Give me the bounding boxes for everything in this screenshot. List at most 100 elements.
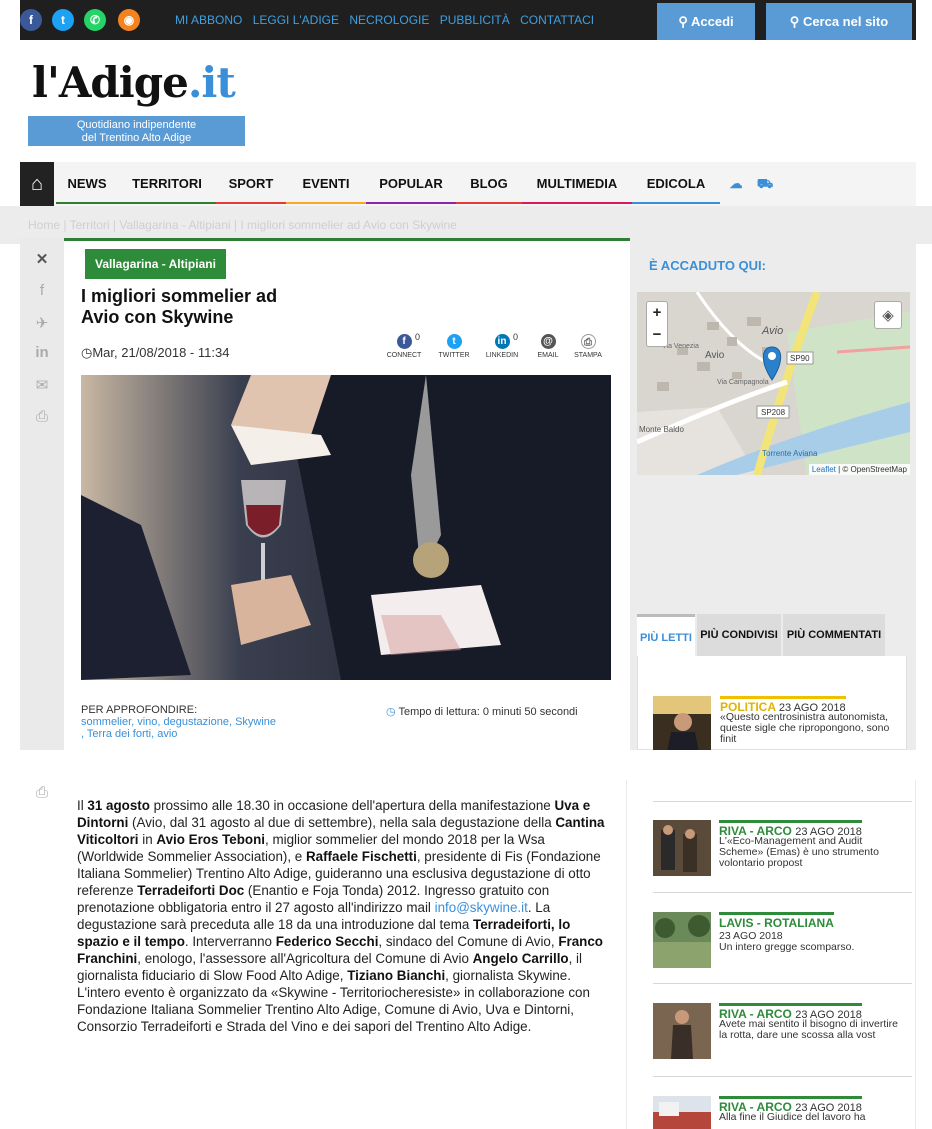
weather-icon[interactable]: ☁ [724, 162, 748, 206]
print-share-icon[interactable]: ⎙ [32, 408, 52, 428]
share-connect[interactable]: f 0 CONNECT [386, 332, 422, 359]
top-link-contattaci[interactable]: CONTATTACI [520, 13, 594, 27]
user-icon: ⚲ [678, 14, 691, 29]
article-photo [81, 375, 611, 680]
facebook-icon: f [396, 334, 412, 349]
tab-panel: POLITICA 23 AGO 2018 «Questo centrosinis… [637, 656, 907, 752]
facebook-share-icon[interactable]: f [32, 282, 52, 302]
nav-sport[interactable]: SPORT [216, 162, 286, 206]
separator [653, 892, 912, 893]
share-rail-lower: ⎙ [20, 780, 64, 1129]
clock-icon: ◷ [386, 706, 399, 718]
popular-tabs: PIÙ LETTI PIÙ CONDIVISI PIÙ COMMENTATI [637, 614, 907, 656]
tab-piu-condivisi[interactable]: PIÙ CONDIVISI [697, 614, 781, 656]
map-label-sp208: SP208 [761, 408, 786, 417]
whatsapp-icon[interactable]: ✆ [84, 9, 106, 31]
car-icon[interactable]: ⛟ [752, 162, 778, 206]
tab-piu-letti[interactable]: PIÙ LETTI [637, 614, 695, 656]
section-gap [0, 750, 932, 780]
news-snippet: Alla fine il Giudice del lavoro ha [719, 1111, 866, 1123]
top-bar: f t ✆ ◉ MI ABBONO LEGGI L'ADIGE NECROLOG… [0, 0, 932, 40]
separator [653, 1076, 912, 1077]
main-nav: ⌂ NEWS TERRITORI SPORT EVENTI POPULAR BL… [20, 162, 916, 206]
login-button[interactable]: ⚲ Accedi [657, 3, 755, 40]
related-tags: PER APPROFONDIRE: sommelier, vino, degus… [81, 704, 277, 740]
map-label-monte-baldo: Monte Baldo [639, 425, 684, 434]
linkedin-share-icon[interactable]: in [32, 344, 52, 364]
mail-share-icon[interactable]: ✉ [32, 376, 52, 396]
article: Vallagarina - Altipiani I migliori somme… [64, 238, 630, 750]
category-tag[interactable]: Vallagarina - Altipiani [85, 249, 226, 279]
top-links: MI ABBONO LEGGI L'ADIGE NECROLOGIE PUBBL… [175, 13, 601, 27]
layers-icon[interactable]: ◈ [874, 301, 902, 329]
map-tiles: Avio Avio SP90 SP208 Monte Baldo Torrent… [637, 292, 910, 475]
top-link-necrologie[interactable]: NECROLOGIE [349, 13, 429, 27]
separator [653, 801, 912, 802]
email-link[interactable]: info@skywine.it [435, 900, 528, 915]
nav-multimedia[interactable]: MULTIMEDIA [522, 162, 632, 206]
twitter-icon[interactable]: t [52, 9, 74, 31]
article-body: Il 31 agosto prossimo alle 18.30 in occa… [77, 798, 605, 1034]
news-thumbnail [653, 820, 711, 876]
site-logo[interactable]: l'Adige.it [32, 58, 236, 107]
masthead: l'Adige.it Quotidiano indipendente del T… [20, 40, 916, 162]
map-attribution[interactable]: Leaflet | © OpenStreetMap [808, 464, 910, 475]
share-rail: ✕ f ✈ in ✉ ⎙ [20, 238, 64, 750]
linkedin-icon: in [494, 334, 510, 349]
right-sidebar: È ACCADUTO QUI: Avio Avio SP90 SP208 Mon… [630, 238, 916, 752]
upper-section: ✕ f ✈ in ✉ ⎙ Vallagarina - Altipiani I m… [20, 238, 916, 752]
top-link-leggi[interactable]: LEGGI L'ADIGE [253, 13, 339, 27]
article-date: ◷Mar, 21/08/2018 - 11:34 [81, 345, 230, 360]
tag-links[interactable]: sommelier, vino, degustazione, Skywine [81, 716, 276, 728]
share-twitter[interactable]: t TWITTER [436, 334, 472, 359]
clock-icon: ◷ [81, 345, 93, 360]
share-linkedin[interactable]: in 0 LINKEDIN [484, 332, 520, 359]
article-title: I migliori sommelier ad Avio con Skywine [81, 286, 278, 327]
news-snippet: Un intero gregge scomparso. [719, 941, 855, 953]
news-thumbnail [653, 1096, 711, 1129]
right-sidebar-lower: RIVA - ARCO 23 AGO 2018 L'«Eco-Managemen… [626, 780, 916, 1129]
twitter-share-icon[interactable]: ✈ [32, 314, 52, 334]
nav-territori[interactable]: TERRITORI [118, 162, 216, 206]
read-time: ◷ Tempo di lettura: 0 minuti 50 secondi [386, 706, 578, 718]
close-icon[interactable]: ✕ [32, 250, 52, 270]
breadcrumb[interactable]: Home | Territori | Vallagarina - Altipia… [28, 218, 457, 232]
twitter-icon: t [446, 334, 462, 349]
share-email[interactable]: @ EMAIL [530, 334, 566, 359]
map-label-via-campagnola: Via Campagnola [717, 379, 769, 386]
print-share-icon[interactable]: ⎙ [32, 784, 52, 804]
tab-piu-commentati[interactable]: PIÙ COMMENTATI [783, 614, 885, 656]
accaduto-heading: È ACCADUTO QUI: [649, 258, 766, 273]
nav-popular[interactable]: POPULAR [366, 162, 456, 206]
email-icon: @ [540, 334, 556, 349]
top-link-pubblicita[interactable]: PUBBLICITÀ [440, 13, 510, 27]
news-category: LAVIS - ROTALIANA [719, 912, 834, 930]
news-thumbnail [653, 1003, 711, 1059]
rss-icon[interactable]: ◉ [118, 9, 140, 31]
map-label-avio-1: Avio [761, 325, 783, 337]
map-label-torrente: Torrente Aviana [762, 449, 818, 458]
top-link-abbono[interactable]: MI ABBONO [175, 13, 242, 27]
search-icon: ⚲ [789, 14, 803, 29]
nav-blog[interactable]: BLOG [456, 162, 522, 206]
news-thumbnail [653, 912, 711, 968]
nav-edicola[interactable]: EDICOLA [632, 162, 720, 206]
nav-eventi[interactable]: EVENTI [286, 162, 366, 206]
print-icon: ⎙ [580, 334, 596, 349]
top-bar-inner: f t ✆ ◉ MI ABBONO LEGGI L'ADIGE NECROLOG… [20, 0, 916, 40]
facebook-icon[interactable]: f [20, 9, 42, 31]
tag-links-2[interactable]: , Terra dei forti, avio [81, 728, 276, 740]
news-snippet: Avete mai sentito il bisogno di invertir… [719, 1018, 898, 1041]
news-thumbnail [653, 696, 711, 752]
home-icon[interactable]: ⌂ [20, 162, 54, 206]
separator [653, 983, 912, 984]
news-snippet: «Questo centrosinistra autonomista, ques… [720, 711, 890, 745]
nav-news[interactable]: NEWS [56, 162, 118, 206]
news-snippet: L'«Eco-Management and Audit Scheme» (Ema… [719, 835, 879, 869]
map-label-sp90: SP90 [790, 354, 810, 363]
search-button[interactable]: ⚲ Cerca nel sito [766, 3, 912, 40]
location-map[interactable]: Avio Avio SP90 SP208 Monte Baldo Torrent… [637, 292, 910, 475]
photo-illustration [81, 375, 611, 680]
share-print[interactable]: ⎙ STAMPA [570, 334, 606, 359]
map-zoom-control[interactable]: + − [646, 301, 668, 347]
